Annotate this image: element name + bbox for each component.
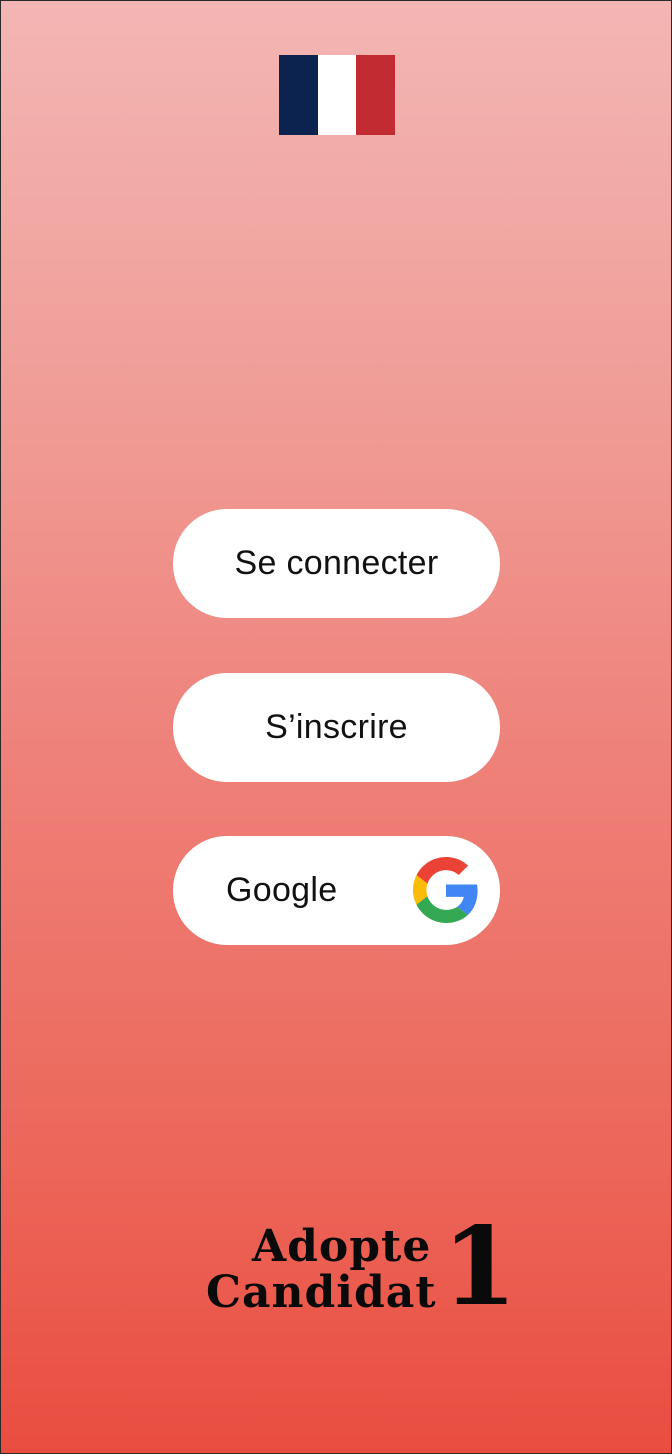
brand-line1: Adopte bbox=[252, 1221, 432, 1272]
login-button[interactable]: Se connecter bbox=[173, 509, 500, 618]
flag-red-stripe bbox=[356, 55, 396, 135]
google-button-label: Google bbox=[226, 871, 338, 909]
brand-logo: Adopte Candidat 1 bbox=[206, 1213, 517, 1321]
brand-number: 1 bbox=[442, 1204, 518, 1330]
signup-button-label: S’inscrire bbox=[265, 708, 408, 746]
flag-white-stripe bbox=[317, 55, 357, 135]
brand-line2: Candidat bbox=[206, 1267, 437, 1318]
flag-blue-stripe bbox=[279, 55, 318, 135]
google-g-icon bbox=[413, 857, 478, 923]
signup-button[interactable]: S’inscrire bbox=[173, 673, 500, 782]
google-signin-button[interactable]: Google bbox=[173, 836, 500, 945]
language-flag-fr[interactable] bbox=[279, 55, 396, 135]
login-button-label: Se connecter bbox=[234, 544, 439, 582]
